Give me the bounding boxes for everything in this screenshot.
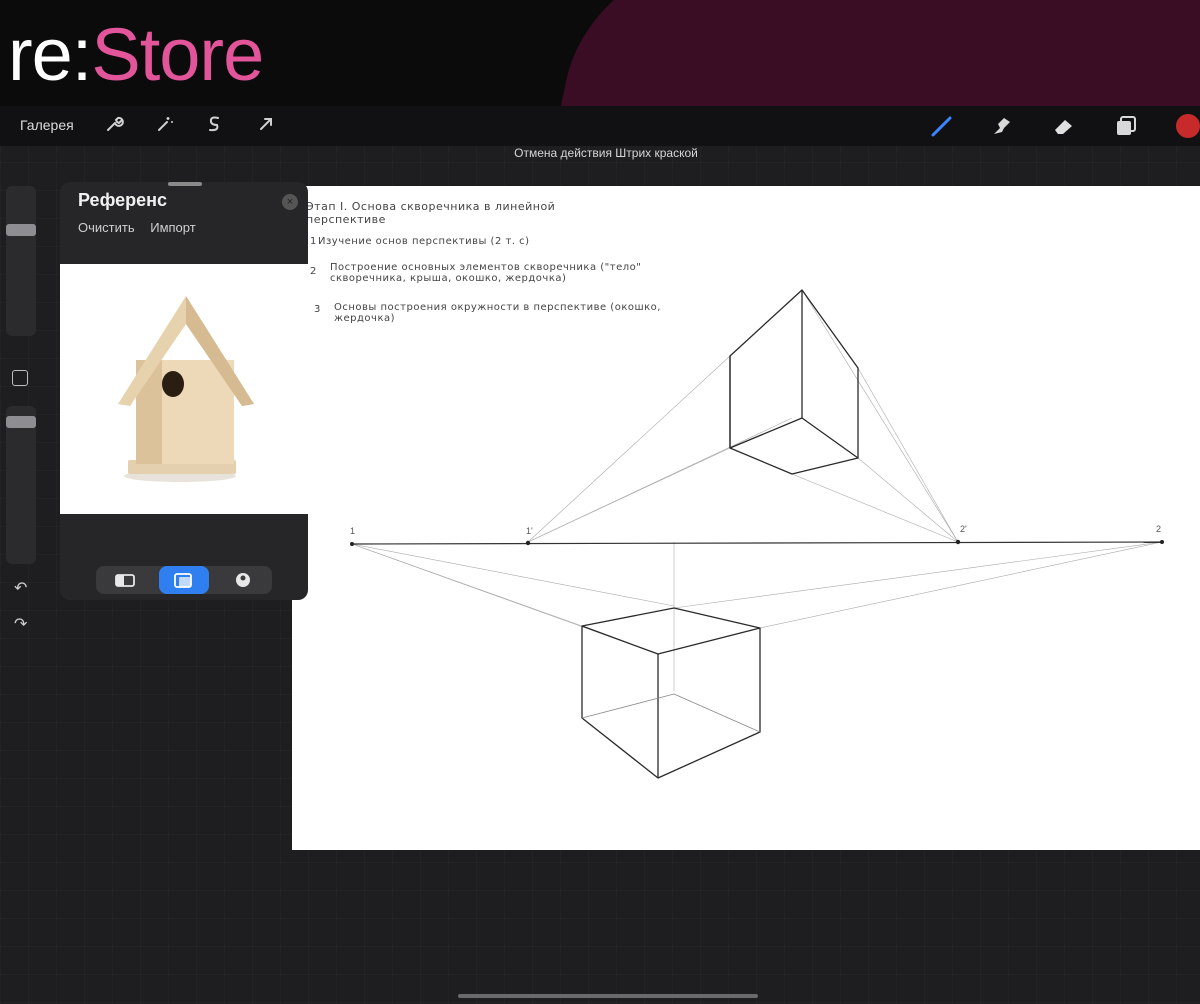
- layers-icon[interactable]: [1112, 112, 1140, 140]
- canvas-tab-icon[interactable]: [100, 566, 150, 594]
- clear-button[interactable]: Очистить: [78, 220, 135, 235]
- opacity-slider[interactable]: [6, 406, 36, 564]
- vanishing-point-2p-label: 2': [960, 524, 967, 534]
- vanishing-point-2-label: 2: [1156, 524, 1162, 534]
- left-sidebar: ↶ ↷: [6, 186, 36, 646]
- import-button[interactable]: Импорт: [150, 220, 195, 235]
- reference-mode-tabs: [96, 566, 272, 594]
- close-icon[interactable]: ×: [282, 194, 298, 210]
- vanishing-point-1-label: 1: [350, 526, 356, 536]
- opacity-knob[interactable]: [6, 416, 36, 428]
- brand-logo-re: re:: [8, 13, 92, 96]
- brush-size-slider[interactable]: [6, 186, 36, 336]
- undo-icon[interactable]: ↶: [14, 578, 27, 598]
- procreate-app: Галерея Отмена действия Штрих краской ↶ …: [0, 106, 1200, 1004]
- reference-panel: Референс × Очистить Импорт: [60, 182, 308, 600]
- image-tab-icon[interactable]: [159, 566, 209, 594]
- eraser-icon[interactable]: [1050, 112, 1078, 140]
- drawing-canvas[interactable]: Этап I. Основа скворечника в линейной пе…: [292, 186, 1200, 850]
- transform-arrow-icon[interactable]: [254, 114, 278, 138]
- modify-button[interactable]: [12, 370, 28, 386]
- brush-icon[interactable]: [928, 112, 956, 140]
- brand-logo-store: Store: [91, 13, 264, 96]
- top-toolbar: Галерея: [0, 106, 1200, 146]
- redo-icon[interactable]: ↷: [14, 614, 27, 634]
- color-picker-button[interactable]: [1176, 114, 1200, 138]
- smudge-icon[interactable]: [988, 112, 1016, 140]
- selection-s-icon[interactable]: [202, 114, 226, 138]
- reference-image: [60, 264, 308, 514]
- undo-notification: Отмена действия Штрих краской: [514, 146, 698, 160]
- vanishing-point-1p-label: 1': [526, 526, 533, 536]
- banner-decoration: [528, 0, 1200, 106]
- reference-actions: Очистить Импорт: [78, 220, 208, 235]
- perspective-sketch: [350, 289, 1164, 779]
- brand-logo: re:Store: [8, 18, 264, 92]
- home-indicator[interactable]: [458, 994, 758, 998]
- face-tab-icon[interactable]: [218, 566, 268, 594]
- panel-drag-handle[interactable]: [168, 182, 202, 186]
- brush-size-knob[interactable]: [6, 224, 36, 236]
- reference-title: Референс: [78, 190, 167, 210]
- brand-banner: re:Store: [0, 0, 1200, 106]
- magic-wand-icon[interactable]: [152, 114, 176, 138]
- gallery-button[interactable]: Галерея: [20, 117, 74, 133]
- wrench-icon[interactable]: [102, 114, 126, 138]
- birdhouse-image: [118, 296, 254, 482]
